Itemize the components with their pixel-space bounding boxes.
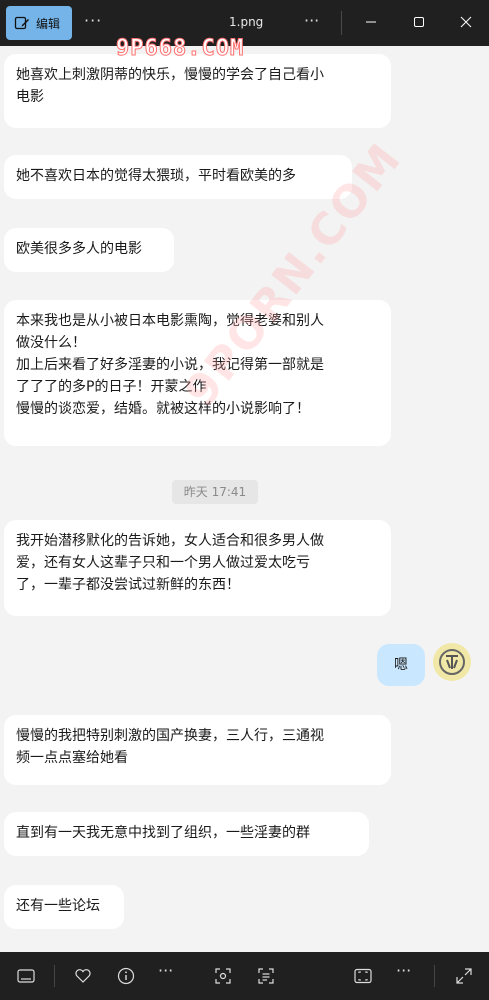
edit-button-label: 编辑 — [36, 16, 61, 31]
message-bubble[interactable]: 她喜欢上刺激阴蒂的快乐，慢慢的学会了自己看小 电影 — [4, 54, 391, 128]
message-bubble[interactable]: 她不喜欢日本的觉得太猥琐，平时看欧美的多 — [4, 155, 352, 199]
heart-icon — [75, 969, 91, 983]
edit-button[interactable]: 编辑 — [6, 6, 72, 40]
chat-area[interactable]: 她喜欢上刺激阴蒂的快乐，慢慢的学会了自己看小 电影 她不喜欢日本的觉得太猥琐，平… — [0, 46, 489, 952]
message-bubble[interactable]: 还有一些论坛 — [4, 885, 124, 929]
visual-search-icon — [215, 968, 231, 984]
divider — [434, 965, 435, 987]
close-icon — [460, 16, 472, 28]
message-bubble[interactable]: 慢慢的我把特别刺激的国产换妻，三人行，三通视 频一点点塞给她看 — [4, 715, 391, 785]
more-options-button[interactable]: ··· — [158, 961, 173, 980]
view-more-button[interactable]: ··· — [396, 961, 411, 980]
maximize-icon — [414, 17, 424, 27]
bottom-toolbar: ··· ··· — [0, 952, 489, 1000]
divider — [54, 965, 55, 987]
fit-to-window-button[interactable] — [351, 964, 375, 988]
fit-window-icon — [354, 968, 372, 984]
fullscreen-button[interactable] — [452, 964, 476, 988]
divider — [341, 11, 342, 35]
file-name: 1.png — [229, 15, 264, 29]
filmstrip-button[interactable] — [14, 964, 38, 988]
message-bubble[interactable]: 直到有一天我无意中找到了组织，一些淫妻的群 — [4, 812, 369, 856]
file-more-button[interactable]: ··· — [304, 11, 319, 30]
minimize-button[interactable] — [358, 9, 384, 35]
expand-icon — [456, 968, 472, 984]
visual-search-button[interactable] — [211, 964, 235, 988]
more-options-button[interactable]: ··· — [84, 11, 102, 30]
avatar-logo-icon — [439, 649, 465, 675]
message-bubble[interactable]: 欧美很多多人的电影 — [4, 228, 174, 272]
message-bubble[interactable]: 本来我也是从小被日本电影熏陶，觉得老婆和别人 做没什么！ 加上后来看了好多淫妻的… — [4, 300, 391, 446]
title-bar: 编辑 ··· 1.png ··· — [0, 0, 489, 46]
minimize-icon — [366, 21, 376, 23]
edit-icon — [14, 16, 29, 30]
avatar[interactable] — [433, 643, 471, 681]
close-button[interactable] — [453, 9, 479, 35]
sent-message-bubble[interactable]: 嗯 — [377, 644, 425, 686]
message-bubble[interactable]: 我开始潜移默化的告诉她，女人适合和很多男人做 爱，还有女人这辈子只和一个男人做过… — [4, 520, 391, 616]
favorite-button[interactable] — [71, 964, 95, 988]
timestamp: 昨天 17:41 — [172, 480, 258, 504]
maximize-button[interactable] — [406, 9, 432, 35]
info-icon — [117, 967, 135, 985]
filmstrip-icon — [17, 969, 35, 983]
info-button[interactable] — [114, 964, 138, 988]
text-scan-button[interactable] — [254, 964, 278, 988]
text-scan-icon — [258, 968, 274, 984]
